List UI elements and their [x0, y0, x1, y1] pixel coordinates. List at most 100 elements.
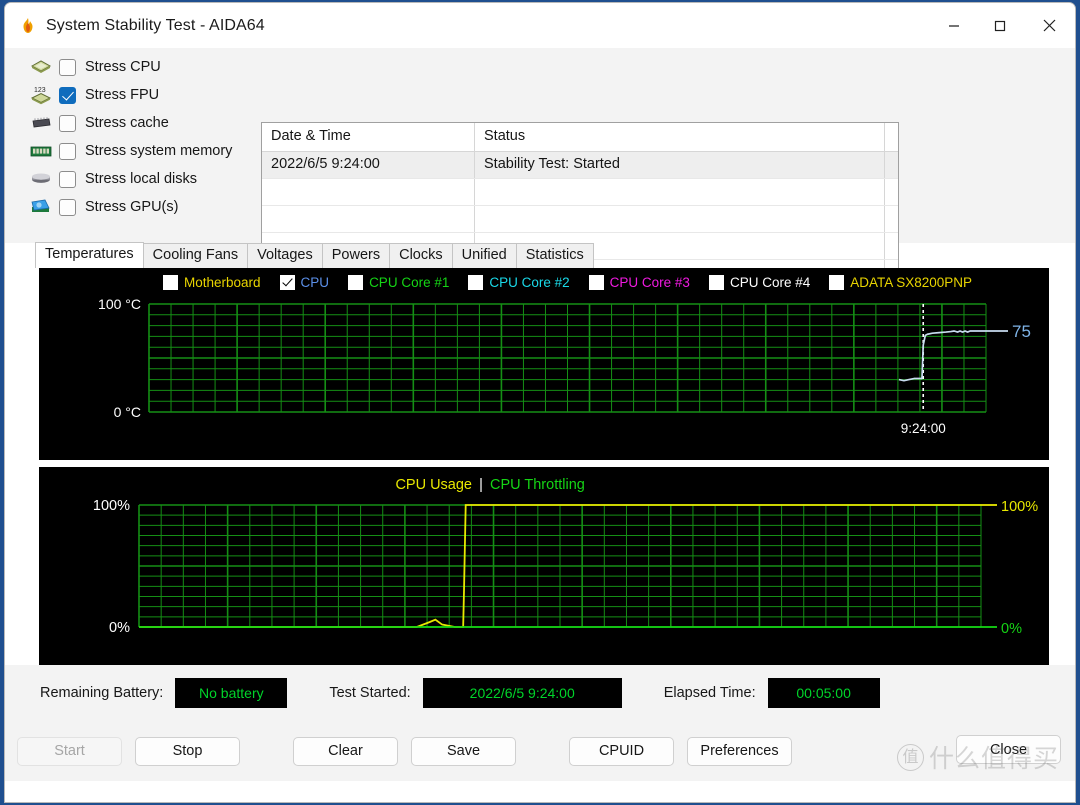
column-header-datetime: Date & Time — [262, 123, 475, 151]
table-header-row: Date & Time Status — [262, 123, 898, 152]
memory-module-icon — [29, 141, 53, 161]
legend-item-motherboard[interactable]: Motherboard — [163, 274, 261, 290]
temperature-plot: 100 °C 0 °C 9:24:00 75 — [39, 268, 1049, 460]
label-elapsed-time: Elapsed Time: — [663, 685, 756, 701]
cell-datetime — [262, 206, 475, 232]
legend-item-cpu-core-1[interactable]: CPU Core #1 — [348, 274, 450, 290]
cpu-usage-plot: CPU Usage | CPU Throttling 100% 0% 100% 0% — [39, 467, 1049, 665]
temperature-graph-panel: Motherboard CPU CPU Core #1 CPU Core #2 … — [39, 268, 1049, 460]
window-controls — [931, 3, 1075, 48]
svg-text:100%: 100% — [1001, 499, 1038, 515]
tab-unified[interactable]: Unified — [451, 243, 517, 268]
cell-status — [475, 179, 885, 205]
legend-checkbox[interactable] — [348, 274, 364, 290]
stress-option-cache[interactable]: Stress cache — [29, 109, 259, 137]
button-bar: Start Stop Clear Save CPUID Preferences … — [5, 721, 1075, 781]
legend-label: CPU — [300, 274, 330, 290]
svg-text:0%: 0% — [109, 620, 130, 636]
cell-datetime: 2022/6/5 9:24:00 — [262, 152, 475, 178]
legend-item-cpu-core-2[interactable]: CPU Core #2 — [468, 274, 570, 290]
stress-option-system-memory[interactable]: Stress system memory — [29, 137, 259, 165]
svg-text:123: 123 — [34, 87, 46, 94]
stress-option-fpu[interactable]: 123 Stress FPU — [29, 81, 259, 109]
close-button[interactable]: Close — [956, 735, 1061, 764]
legend-checkbox[interactable] — [468, 274, 484, 290]
svg-text:100 °C: 100 °C — [98, 296, 141, 312]
legend-checkbox[interactable] — [279, 274, 295, 290]
checkbox-stress-system-memory[interactable] — [59, 142, 76, 160]
legend-checkbox[interactable] — [163, 274, 178, 290]
checkbox-stress-gpu[interactable] — [59, 198, 76, 216]
svg-text:9:24:00: 9:24:00 — [901, 421, 946, 436]
stress-option-label: Stress cache — [85, 115, 169, 131]
label-remaining-battery: Remaining Battery: — [40, 685, 164, 701]
cell-spacer — [885, 152, 898, 178]
legend-label: CPU Core #2 — [489, 274, 570, 290]
svg-text:75: 75 — [1012, 322, 1031, 341]
legend-item-cpu-core-4[interactable]: CPU Core #4 — [708, 274, 811, 290]
preferences-button[interactable]: Preferences — [687, 736, 792, 766]
checkbox-stress-cpu[interactable] — [59, 58, 76, 76]
tab-statistics[interactable]: Statistics — [515, 243, 594, 268]
legend-checkbox[interactable] — [708, 274, 724, 290]
table-row[interactable] — [262, 179, 898, 206]
top-region: Stress CPU 123 Stress FPU Stress cache S… — [5, 48, 1075, 285]
cpu-chip-icon — [29, 57, 53, 77]
status-bar: Remaining Battery: No battery Test Start… — [5, 665, 1075, 721]
gpu-card-icon — [29, 197, 53, 217]
legend-checkbox[interactable] — [829, 274, 845, 290]
checkbox-stress-cache[interactable] — [59, 114, 76, 132]
value-elapsed-time: 00:05:00 — [767, 678, 880, 708]
legend-label: Motherboard — [184, 274, 261, 290]
cell-datetime — [262, 179, 475, 205]
flame-icon — [19, 17, 37, 35]
tab-temperatures[interactable]: Temperatures — [35, 242, 144, 268]
stress-option-label: Stress FPU — [85, 87, 160, 103]
start-button[interactable]: Start — [17, 736, 122, 766]
title-bar: System Stability Test - AIDA64 — [5, 3, 1075, 48]
tab-powers[interactable]: Powers — [321, 243, 391, 268]
cell-spacer — [885, 179, 898, 205]
close-window-button[interactable] — [1023, 3, 1075, 48]
stop-button[interactable]: Stop — [135, 736, 240, 766]
app-window: System Stability Test - AIDA64 Stress CP… — [4, 2, 1076, 803]
stress-option-cpu[interactable]: Stress CPU — [29, 53, 259, 81]
cpuid-button[interactable]: CPUID — [569, 736, 674, 766]
fpu-chip-icon: 123 — [29, 85, 53, 105]
window-title: System Stability Test - AIDA64 — [46, 16, 265, 34]
clear-button[interactable]: Clear — [293, 736, 398, 766]
tab-cooling-fans[interactable]: Cooling Fans — [142, 243, 249, 268]
label-test-started: Test Started: — [329, 685, 411, 701]
minimize-button[interactable] — [931, 3, 977, 48]
save-button[interactable]: Save — [411, 736, 516, 766]
stress-option-label: Stress system memory — [85, 143, 233, 159]
legend-item-adata-sx8200pnp[interactable]: ADATA SX8200PNP — [829, 274, 972, 290]
stress-option-label: Stress local disks — [85, 171, 198, 187]
column-header-spacer — [885, 123, 898, 151]
stress-option-label: Stress GPU(s) — [85, 199, 179, 215]
svg-text:CPU Throttling: CPU Throttling — [490, 477, 585, 493]
legend-checkbox[interactable] — [588, 274, 604, 290]
stress-option-gpu[interactable]: Stress GPU(s) — [29, 193, 259, 221]
stress-option-local-disks[interactable]: Stress local disks — [29, 165, 259, 193]
stress-option-label: Stress CPU — [85, 59, 161, 75]
cell-status — [475, 206, 885, 232]
legend-label: CPU Core #1 — [369, 274, 450, 290]
value-remaining-battery: No battery — [175, 678, 288, 708]
table-row[interactable] — [262, 206, 898, 233]
table-row[interactable]: 2022/6/5 9:24:00 Stability Test: Started — [262, 152, 898, 179]
legend-item-cpu[interactable]: CPU — [279, 274, 330, 290]
cache-chip-icon — [29, 113, 53, 133]
maximize-button[interactable] — [977, 3, 1023, 48]
checkbox-stress-local-disks[interactable] — [59, 170, 76, 188]
legend-label: CPU Core #4 — [729, 274, 811, 290]
cell-status: Stability Test: Started — [475, 152, 885, 178]
cell-spacer — [885, 206, 898, 232]
column-header-status: Status — [475, 123, 885, 151]
checkbox-stress-fpu[interactable] — [59, 86, 76, 104]
legend-item-cpu-core-3[interactable]: CPU Core #3 — [588, 274, 690, 290]
hard-disk-icon — [29, 169, 53, 189]
tab-clocks[interactable]: Clocks — [389, 243, 453, 268]
tab-voltages[interactable]: Voltages — [247, 243, 323, 268]
cpu-usage-graph-panel: CPU Usage | CPU Throttling 100% 0% 100% 0% — [39, 467, 1049, 665]
